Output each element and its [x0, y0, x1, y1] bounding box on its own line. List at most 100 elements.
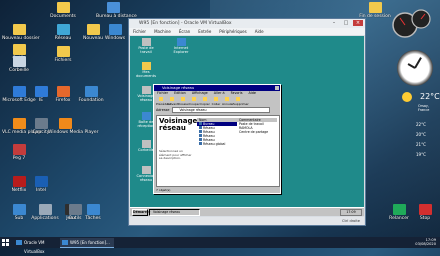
forecast-day: 21°C	[416, 142, 426, 147]
app-icon	[141, 62, 151, 70]
forward-button[interactable]: Suivant	[167, 96, 178, 106]
menu-devices[interactable]: Périphériques	[219, 28, 246, 35]
menu-input[interactable]: Entrée	[198, 28, 211, 35]
undo-button[interactable]: Annuler	[222, 96, 234, 106]
copy-button[interactable]: Copier	[200, 96, 210, 106]
system-tray-clock[interactable]: 17:09 03/08/2020	[415, 238, 436, 246]
forward-icon	[170, 97, 174, 101]
menu-help[interactable]: Aide	[249, 91, 257, 96]
desktop-icon[interactable]: Outils	[58, 204, 92, 221]
desktop-icon[interactable]: Stop	[408, 204, 440, 221]
virtualbox-window[interactable]: W95 [En fonction] - Oracle VM VirtualBox…	[128, 18, 366, 226]
minimize-button[interactable]: –	[329, 20, 339, 26]
desktop-icon[interactable]: Fichiers	[46, 46, 80, 63]
guest-icon-label: Mes documents	[135, 70, 156, 78]
guest-icon-label: Internet Explorer	[173, 46, 189, 54]
app-icon	[56, 86, 70, 97]
desktop-icon[interactable]: Peg 7	[2, 144, 36, 161]
explorer-window[interactable]: Voisinage réseau Fichier Edition Afficha…	[153, 84, 281, 194]
desktop-icon[interactable]: Intel	[24, 176, 58, 193]
menu-file[interactable]: Fichier	[133, 28, 146, 35]
app-icon	[368, 2, 382, 13]
address-bar: Adresse Voisinage réseau	[154, 107, 280, 113]
app-icon	[12, 56, 26, 67]
list-item[interactable]: Réseau global	[197, 142, 277, 146]
desktop-icon[interactable]: Fin de session	[358, 2, 392, 19]
guest-taskbar: Démarrer Voisinage réseau 17:09	[130, 207, 364, 216]
close-button[interactable]	[275, 86, 279, 90]
desktop-icon-label: Peg 7	[12, 156, 26, 161]
explorer-titlebar[interactable]: Voisinage réseau	[154, 85, 280, 91]
virtualbox-titlebar[interactable]: W95 [En fonction] - Oracle VM VirtualBox…	[129, 19, 365, 28]
cpu-meter-gadget[interactable]	[392, 8, 432, 40]
guest-desktop-icon[interactable]: Poste de travail	[133, 38, 159, 54]
app-icon	[12, 144, 26, 155]
panel-description: Sélectionnez un élément pour afficher sa…	[159, 149, 192, 161]
desktop-icon-label: Windows	[104, 36, 126, 41]
desktop-icon[interactable]: Documents	[46, 2, 80, 19]
guest-screen[interactable]: Poste de travail Mes documents Internet Ex…	[130, 36, 364, 216]
app-icon	[34, 176, 48, 187]
desktop-icon[interactable]: Foundation	[74, 86, 108, 103]
guest-desktop-icon[interactable]: Mes documents	[133, 62, 159, 78]
app-icon	[84, 86, 98, 97]
sun-icon	[402, 92, 412, 102]
close-button[interactable]: ×	[353, 20, 363, 26]
desktop-icon[interactable]: Corbeille	[2, 56, 36, 73]
app-icon	[141, 38, 151, 46]
app-icon	[141, 140, 151, 148]
app-icon	[108, 24, 122, 35]
desktop-icon[interactable]: Windows	[98, 24, 132, 41]
desktop-icon-label: Nouveau dossier	[2, 36, 40, 41]
weather-gadget[interactable]: 22°C Orsay, France 22°C 20°C 21°C 19°C	[398, 90, 440, 160]
desktop-icon-label: Fichiers	[54, 58, 72, 63]
app-icon	[12, 204, 26, 215]
explorer-toolbar: Précédent Suivant Dossier parent Couper …	[154, 96, 280, 122]
weather-location: Orsay, France	[418, 104, 430, 112]
paste-icon	[214, 97, 218, 101]
explorer-statusbar: 7 objet(s)	[156, 188, 171, 192]
menu-machine[interactable]: Machine	[154, 28, 171, 35]
taskbar-item-virtualbox[interactable]: Oracle VM VirtualBox	[14, 238, 66, 254]
scissors-icon	[192, 97, 196, 101]
desktop-icon-label: Corbeille	[9, 68, 29, 73]
delete-button[interactable]: Supprimer	[233, 96, 249, 106]
desktop-icon-label: Réseau	[54, 36, 72, 41]
start-button[interactable]: Démarrer	[132, 209, 150, 216]
up-button[interactable]: Dossier parent	[178, 96, 189, 122]
taskbar-item-vm[interactable]: W95 [En fonction]...	[60, 238, 114, 248]
clock-gadget[interactable]	[397, 50, 433, 86]
app-icon	[34, 118, 48, 129]
app-icon	[38, 204, 52, 215]
undo-icon	[225, 97, 229, 101]
app-icon	[56, 2, 70, 13]
desktop-icon[interactable]: Réseau	[46, 24, 80, 41]
address-label: Adresse	[156, 108, 170, 112]
menu-help[interactable]: Aide	[255, 28, 264, 35]
app-icon	[12, 24, 26, 35]
maximize-button[interactable]: □	[341, 20, 351, 26]
menu-view[interactable]: Écran	[179, 28, 190, 35]
guest-desktop-icon[interactable]: Internet Explorer	[168, 38, 194, 54]
desktop-icon[interactable]: Bureau à distance	[96, 2, 137, 19]
app-icon	[106, 2, 120, 13]
app-icon	[68, 204, 82, 215]
windows-start-icon[interactable]	[2, 239, 9, 246]
item-comment	[237, 142, 277, 146]
cut-button[interactable]: Couper	[189, 96, 200, 106]
minute-hand	[414, 57, 422, 69]
host-key-label: Ctrl droite	[341, 219, 360, 223]
taskbar-button[interactable]: Voisinage réseau	[149, 209, 200, 216]
folder-up-icon	[181, 97, 185, 101]
back-icon	[159, 97, 163, 101]
desktop-icon[interactable]: Windows Media Player	[48, 118, 99, 135]
desktop-icon-label: Windows Media Player	[48, 130, 99, 135]
back-button[interactable]: Précédent	[156, 96, 171, 106]
explorer-content: Voisinage réseau Sélectionnez un élément…	[156, 115, 280, 187]
item-name: Réseau global	[197, 142, 237, 146]
desktop-icon[interactable]: Nouveau dossier	[2, 24, 40, 41]
file-list: Nom Commentaire Bureau Poste de travail Ré…	[197, 118, 277, 146]
forecast-day: 22°C	[416, 122, 426, 127]
forecast-day: 20°C	[416, 132, 426, 137]
paste-button[interactable]: Coller	[211, 96, 221, 106]
